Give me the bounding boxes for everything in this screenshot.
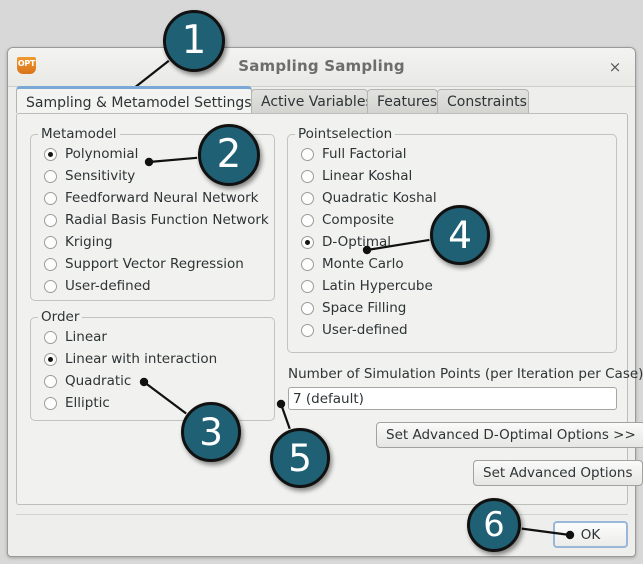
radio-pointselection-linear-koshal[interactable]: Linear Koshal: [301, 167, 412, 185]
radio-button-icon: [301, 235, 314, 249]
radio-button-icon: [44, 169, 57, 183]
radio-metamodel-kriging[interactable]: Kriging: [44, 233, 113, 251]
radio-order-elliptic[interactable]: Elliptic: [44, 394, 110, 412]
radio-button-icon: [44, 330, 57, 344]
radio-label: Quadratic Koshal: [322, 190, 437, 206]
radio-button-icon: [44, 191, 57, 205]
radio-label: D-Optimal: [322, 234, 392, 250]
tab-content-panel: Metamodel Polynomial Sensitivity Feedforwa…: [16, 113, 643, 505]
radio-label: Elliptic: [65, 395, 110, 411]
tab-features[interactable]: Features: [367, 89, 438, 113]
radio-label: User-defined: [322, 322, 408, 338]
radio-pointselection-space-filling[interactable]: Space Filling: [301, 299, 406, 317]
radio-metamodel-support-vector-regression[interactable]: Support Vector Regression: [44, 255, 244, 273]
radio-label: Polynomial: [65, 146, 139, 162]
radio-label: Monte Carlo: [322, 256, 404, 272]
radio-label: Composite: [322, 212, 395, 228]
radio-button-icon: [301, 191, 314, 205]
footer-separator: [16, 514, 628, 515]
radio-metamodel-user-defined[interactable]: User-defined: [44, 277, 151, 295]
radio-pointselection-composite[interactable]: Composite: [301, 211, 394, 229]
tab-sampling-metamodel-settings[interactable]: Sampling & Metamodel Settings: [16, 86, 252, 113]
simulation-points-label: Number of Simulation Points (per Iterati…: [288, 366, 643, 382]
tab-bar: Sampling & Metamodel Settings Active Vari…: [8, 86, 637, 113]
radio-button-icon: [44, 279, 57, 293]
radio-label: Quadratic: [65, 373, 132, 389]
radio-button-icon: [301, 169, 314, 183]
radio-pointselection-monte-carlo[interactable]: Monte Carlo: [301, 255, 404, 273]
radio-button-icon: [44, 257, 57, 271]
radio-metamodel-radial-basis-function-network[interactable]: Radial Basis Function Network: [44, 211, 269, 229]
radio-label: User-defined: [65, 278, 151, 294]
radio-button-icon: [44, 147, 57, 161]
group-order: Order Linear Linear with interaction Quadr…: [30, 309, 275, 421]
radio-button-icon: [44, 352, 57, 366]
radio-label: Linear with interaction: [65, 351, 218, 367]
group-order-title: Order: [38, 309, 83, 325]
radio-label: Full Factorial: [322, 146, 407, 162]
radio-order-linear-with-interaction[interactable]: Linear with interaction: [44, 350, 217, 368]
group-pointselection-title: Pointselection: [295, 126, 396, 142]
radio-pointselection-d-optimal[interactable]: D-Optimal: [301, 233, 391, 251]
radio-metamodel-polynomial[interactable]: Polynomial: [44, 145, 138, 163]
radio-label: Kriging: [65, 234, 113, 250]
group-metamodel-title: Metamodel: [38, 126, 120, 142]
group-pointselection: Pointselection Full Factorial Linear Kosh…: [287, 126, 617, 353]
radio-button-icon: [301, 323, 314, 337]
radio-label: Support Vector Regression: [65, 256, 244, 272]
radio-label: Space Filling: [322, 300, 407, 316]
radio-label: Latin Hypercube: [322, 278, 433, 294]
radio-metamodel-feedforward-neural-network[interactable]: Feedforward Neural Network: [44, 189, 258, 207]
radio-button-icon: [301, 257, 314, 271]
ok-button[interactable]: OK: [553, 521, 628, 548]
radio-button-icon: [301, 279, 314, 293]
radio-button-icon: [44, 235, 57, 249]
radio-metamodel-sensitivity[interactable]: Sensitivity: [44, 167, 135, 185]
radio-order-linear[interactable]: Linear: [44, 328, 107, 346]
group-metamodel: Metamodel Polynomial Sensitivity Feedforwa…: [30, 126, 275, 301]
radio-button-icon: [44, 213, 57, 227]
radio-button-icon: [301, 213, 314, 227]
radio-button-icon: [44, 374, 57, 388]
radio-pointselection-quadratic-koshal[interactable]: Quadratic Koshal: [301, 189, 437, 207]
tab-active-variables[interactable]: Active Variables: [251, 89, 373, 113]
radio-button-icon: [301, 301, 314, 315]
radio-label: Sensitivity: [65, 168, 136, 184]
radio-label: Radial Basis Function Network: [65, 212, 269, 228]
tab-constraints[interactable]: Constraints: [437, 89, 529, 113]
radio-label: Linear Koshal: [322, 168, 413, 184]
close-icon[interactable]: ×: [606, 58, 624, 76]
radio-order-quadratic[interactable]: Quadratic: [44, 372, 131, 390]
radio-label: Linear: [65, 329, 107, 345]
simulation-points-input[interactable]: [288, 387, 617, 410]
sampling-dialog: OPT Sampling Sampling × Sampling & Metam…: [7, 47, 643, 557]
radio-pointselection-user-defined[interactable]: User-defined: [301, 321, 408, 339]
radio-pointselection-latin-hypercube[interactable]: Latin Hypercube: [301, 277, 433, 295]
radio-button-icon: [301, 147, 314, 161]
radio-pointselection-full-factorial[interactable]: Full Factorial: [301, 145, 406, 163]
radio-label: Feedforward Neural Network: [65, 190, 259, 206]
set-advanced-options-button[interactable]: Set Advanced Options: [473, 460, 643, 486]
page-title: Sampling Sampling: [238, 57, 405, 75]
set-advanced-doptimal-options-button[interactable]: Set Advanced D-Optimal Options >>: [376, 422, 643, 448]
title-bar: OPT Sampling Sampling ×: [8, 48, 635, 87]
radio-button-icon: [44, 396, 57, 410]
